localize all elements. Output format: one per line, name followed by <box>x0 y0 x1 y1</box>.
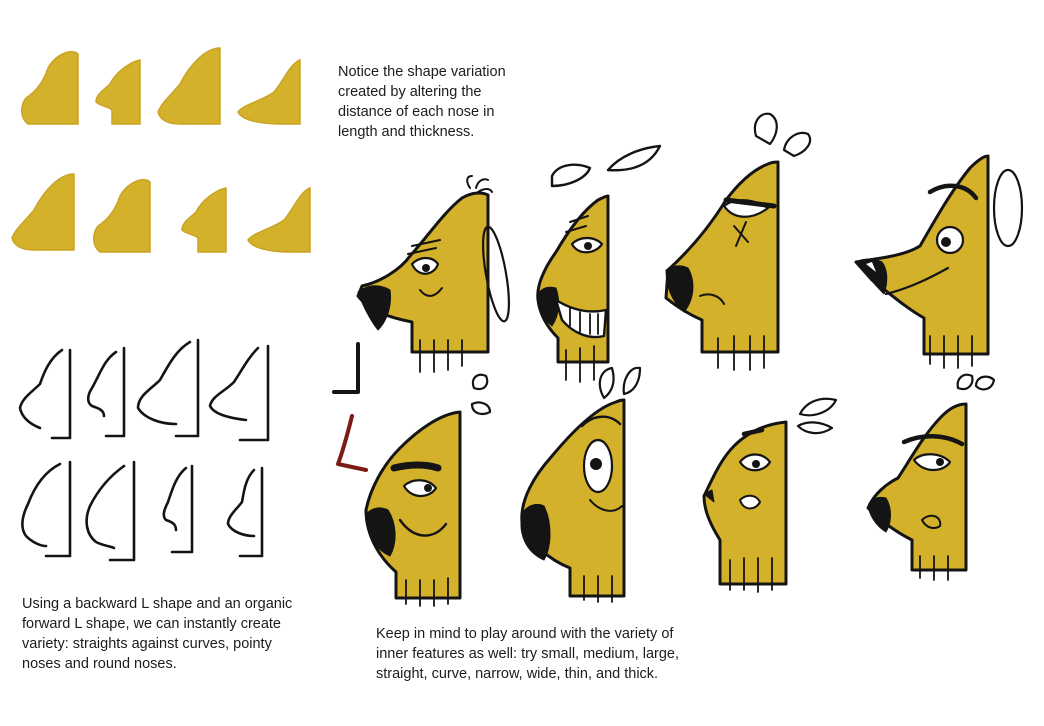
cartoon-dog-head-icon <box>520 366 642 603</box>
cartoon-dog-head-icon <box>364 373 492 607</box>
yellow-nose-silhouette-icon <box>20 50 79 125</box>
yellow-nose-silhouette-icon <box>181 187 227 253</box>
cartoon-dog-head-icon <box>356 175 511 373</box>
illustration-canvas <box>11 47 1024 607</box>
backward-l-sketch-icon <box>136 338 200 438</box>
yellow-nose-silhouette-icon <box>92 178 151 253</box>
backward-l-sketch-icon <box>208 344 270 442</box>
backward-l-sketch-icon <box>226 466 264 558</box>
backward-l-sketch-icon <box>18 348 72 440</box>
yellow-nose-silhouette-icon <box>95 59 141 125</box>
yellow-nose-silhouette-icon <box>157 47 221 125</box>
backward-l-sketch-icon <box>85 460 136 562</box>
yellow-nose-silhouette-icon <box>11 173 75 251</box>
cartoon-dog-head-icon <box>664 112 812 371</box>
nose-silhouette-grid <box>11 47 311 253</box>
yellow-nose-silhouette-icon <box>247 187 311 253</box>
cartoon-dog-head-icon <box>866 373 996 581</box>
l-shape-demo <box>332 342 368 472</box>
cartoon-dog-head-icon <box>536 144 662 383</box>
cartoon-dog-head-icon <box>854 154 1024 369</box>
cartoon-dog-head-icon <box>702 397 838 593</box>
backward-l-sketch-icon <box>162 464 194 554</box>
dog-head-examples <box>356 112 1024 607</box>
l-shape-sketch-grid <box>18 338 270 562</box>
backward-l-sketch-icon <box>21 460 72 558</box>
tutorial-page: Notice the shape variation created by al… <box>0 0 1044 726</box>
yellow-nose-silhouette-icon <box>237 59 301 125</box>
backward-l-sketch-icon <box>86 346 126 438</box>
